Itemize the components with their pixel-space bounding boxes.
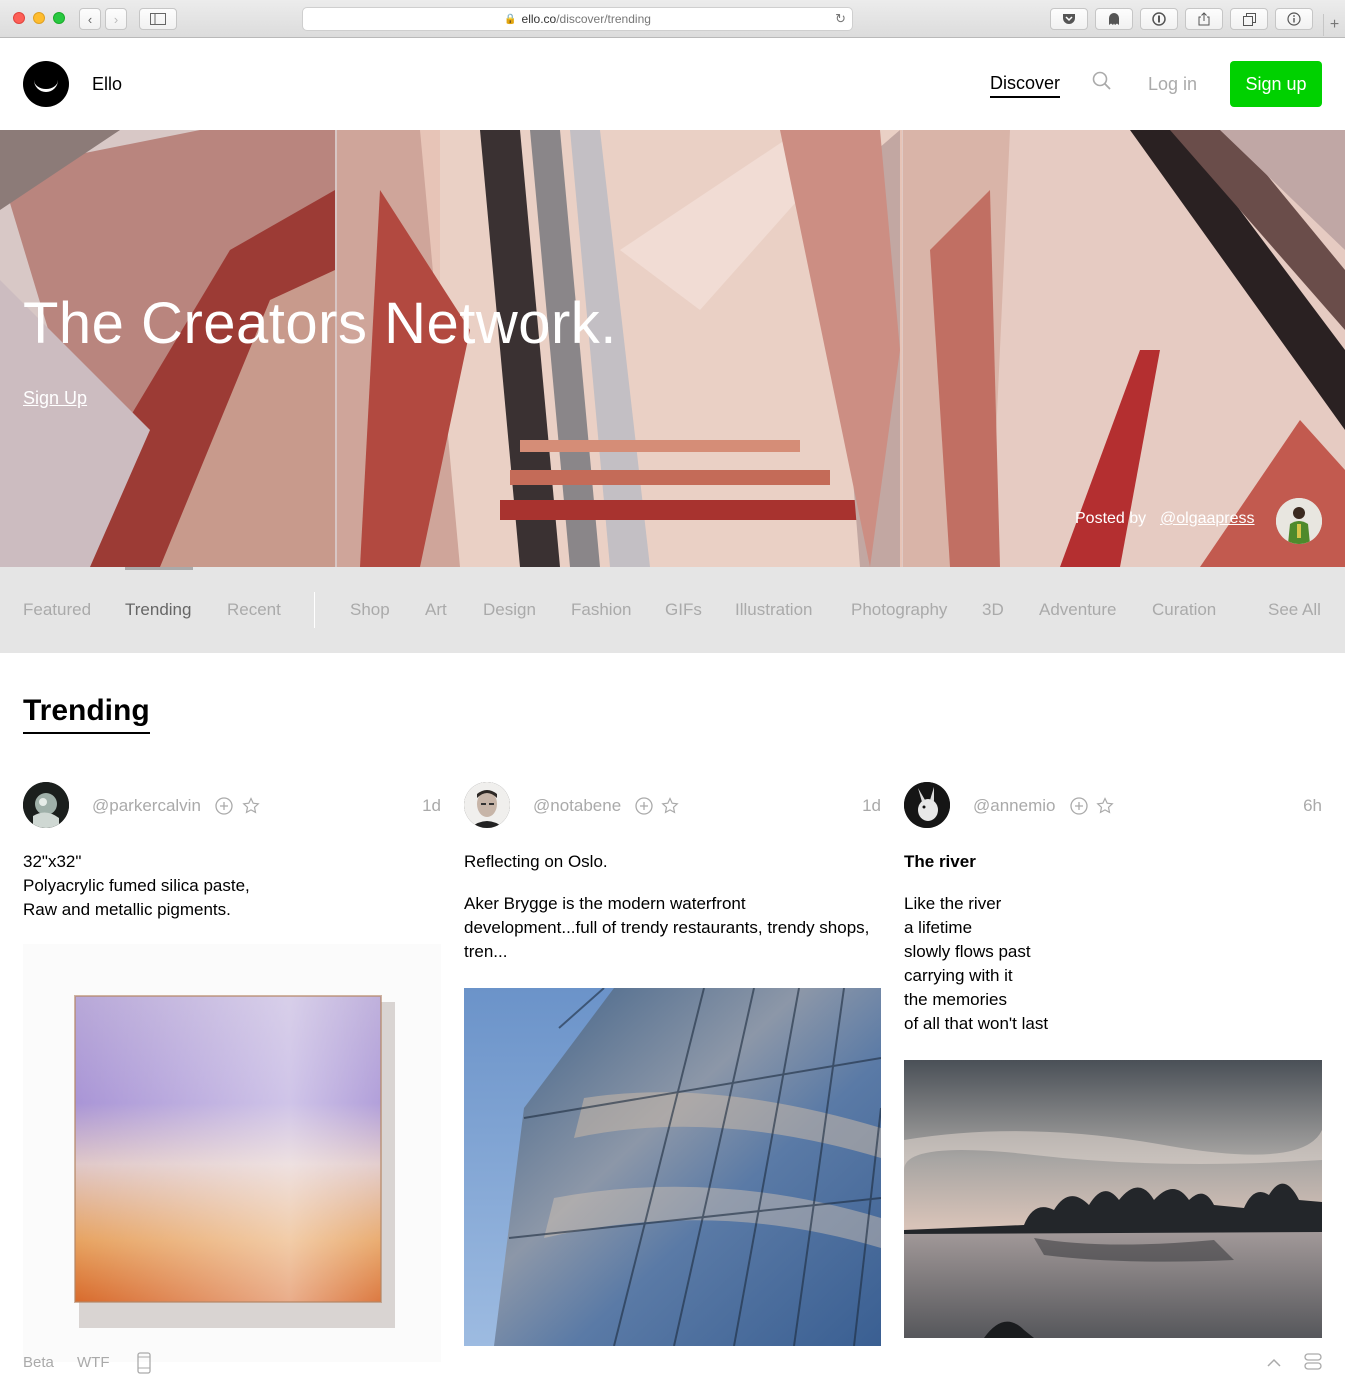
section-title: Trending: [23, 694, 150, 734]
lock-icon: 🔒: [504, 13, 517, 25]
post-text-line: 32"x32": [23, 852, 82, 871]
category-adventure[interactable]: Adventure: [1039, 600, 1117, 620]
site-header: Ello Discover Log in Sign up: [0, 38, 1345, 130]
post-username[interactable]: @parkercalvin: [92, 796, 201, 816]
post-timestamp: 1d: [862, 796, 881, 815]
login-link[interactable]: Log in: [1148, 74, 1197, 95]
wtf-link[interactable]: WTF: [77, 1354, 109, 1371]
category-shop[interactable]: Shop: [350, 600, 390, 620]
repost-icon[interactable]: [635, 797, 653, 815]
category-divider: [314, 592, 315, 628]
post-text-line: Like the river: [904, 894, 1002, 913]
post-body: 32"x32" Polyacrylic fumed silica paste, …: [23, 850, 441, 922]
url-path: /discover/trending: [556, 12, 651, 26]
new-tab-button[interactable]: +: [1323, 14, 1345, 36]
category-art[interactable]: Art: [425, 600, 447, 620]
category-curation[interactable]: Curation: [1152, 600, 1216, 620]
avatar[interactable]: [904, 782, 950, 828]
ghostery-icon[interactable]: [1095, 8, 1133, 30]
pocket-icon[interactable]: [1050, 8, 1088, 30]
category-fashion[interactable]: Fashion: [571, 600, 631, 620]
browser-chrome: ‹ › 🔒 ello.co/discover/trending ↻ +: [0, 0, 1345, 38]
search-icon[interactable]: [1092, 71, 1114, 93]
sidebar-icon[interactable]: [139, 8, 177, 30]
category-nav: Featured Trending Recent Shop Art Design…: [0, 567, 1345, 653]
post-paragraph: Reflecting on Oslo.: [464, 852, 608, 871]
grid-toggle-icon[interactable]: [1304, 1353, 1322, 1375]
category-design[interactable]: Design: [483, 600, 536, 620]
category-3d[interactable]: 3D: [982, 600, 1004, 620]
post-image[interactable]: [23, 944, 441, 1362]
category-illustration[interactable]: Illustration: [735, 600, 812, 620]
post-title: The river: [904, 852, 976, 871]
beta-link[interactable]: Beta: [23, 1354, 54, 1371]
category-recent[interactable]: Recent: [227, 600, 281, 620]
category-see-all[interactable]: See All: [1268, 600, 1321, 620]
scroll-top-icon[interactable]: [1266, 1356, 1282, 1373]
post-body: The river Like the river a lifetime slow…: [904, 850, 1322, 1036]
post-text-line: of all that won't last: [904, 1014, 1049, 1033]
info-icon[interactable]: [1275, 8, 1313, 30]
signup-button[interactable]: Sign up: [1230, 61, 1322, 107]
posted-by-label: Posted by: [1075, 510, 1147, 527]
post-timestamp: 1d: [422, 796, 441, 815]
post-text-line: a lifetime: [904, 918, 973, 937]
category-gifs[interactable]: GIFs: [665, 600, 702, 620]
posted-by-avatar[interactable]: [1276, 498, 1322, 544]
avatar[interactable]: [464, 782, 510, 828]
post-timestamp: 6h: [1303, 796, 1322, 815]
post-text-line: Polyacrylic fumed silica paste,: [23, 876, 250, 895]
repost-icon[interactable]: [1070, 797, 1088, 815]
ello-logo[interactable]: [23, 61, 69, 107]
post-text-line: carrying with it: [904, 966, 1013, 985]
avatar[interactable]: [23, 782, 69, 828]
love-icon[interactable]: [1096, 797, 1114, 815]
active-category-indicator: [125, 567, 193, 570]
mobile-icon[interactable]: [137, 1352, 151, 1378]
hero-title: The Creators Network.: [23, 291, 617, 356]
love-icon[interactable]: [661, 797, 679, 815]
category-featured[interactable]: Featured: [23, 600, 91, 620]
post-text-line: Raw and metallic pigments.: [23, 900, 231, 919]
post-text-line: slowly flows past: [904, 942, 1031, 961]
posted-by-user-link[interactable]: @olgaapress: [1160, 510, 1255, 528]
post-body: Reflecting on Oslo. Aker Brygge is the m…: [464, 850, 881, 982]
hero-signup-link[interactable]: Sign Up: [23, 388, 87, 409]
back-icon[interactable]: ‹: [79, 8, 101, 30]
reload-icon[interactable]: ↻: [835, 11, 846, 27]
category-trending[interactable]: Trending: [125, 600, 191, 620]
minimize-window-button[interactable]: [33, 12, 45, 24]
post-image[interactable]: [464, 988, 881, 1346]
repost-icon[interactable]: [215, 797, 233, 815]
post-username[interactable]: @annemio: [973, 796, 1055, 816]
nav-discover-link[interactable]: Discover: [990, 73, 1061, 98]
tabs-icon[interactable]: [1230, 8, 1268, 30]
forward-icon[interactable]: ›: [105, 8, 127, 30]
love-icon[interactable]: [242, 797, 260, 815]
post-text-line: the memories: [904, 990, 1007, 1009]
brand-name[interactable]: Ello: [92, 74, 122, 95]
url-domain: ello.co: [521, 12, 557, 26]
close-window-button[interactable]: [13, 12, 25, 24]
address-bar[interactable]: 🔒 ello.co/discover/trending ↻: [302, 7, 853, 31]
hero-banner: The Creators Network. Sign Up Posted by …: [0, 130, 1345, 567]
post-username[interactable]: @notabene: [533, 796, 621, 816]
category-photography[interactable]: Photography: [851, 600, 947, 620]
post-image[interactable]: [904, 1060, 1322, 1338]
post-paragraph: Aker Brygge is the modern waterfront dev…: [464, 894, 870, 961]
onepassword-icon[interactable]: [1140, 8, 1178, 30]
share-icon[interactable]: [1185, 8, 1223, 30]
zoom-window-button[interactable]: [53, 12, 65, 24]
